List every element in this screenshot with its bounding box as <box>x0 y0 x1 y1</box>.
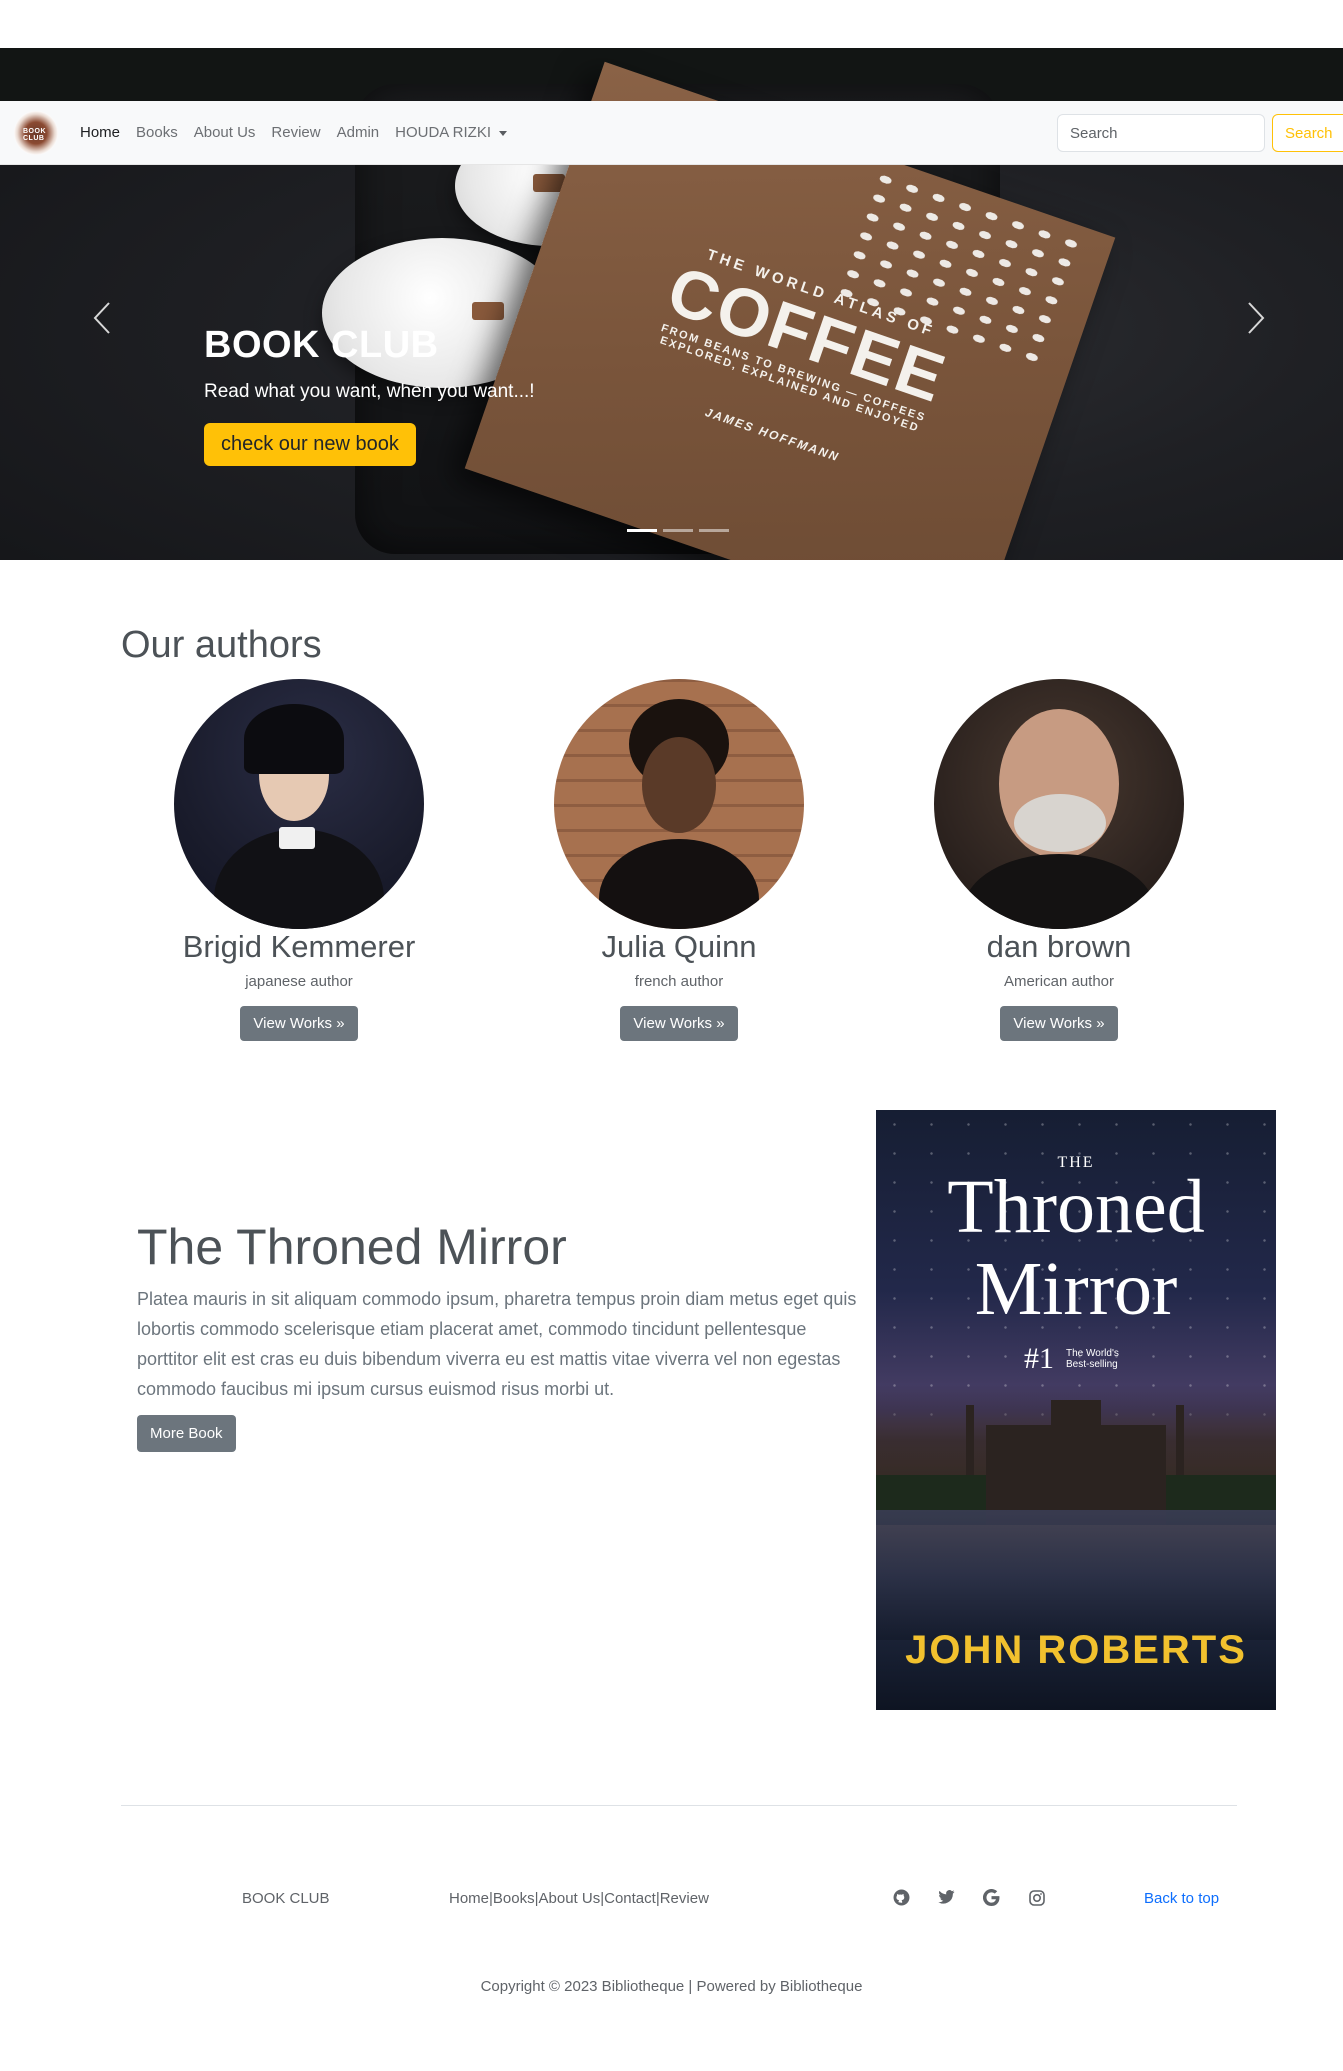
nav-link-books[interactable]: Books <box>128 124 186 141</box>
chevron-left-icon[interactable] <box>82 288 122 348</box>
cover-title: Throned Mirror <box>947 1165 1205 1331</box>
author-photo <box>934 679 1184 929</box>
caret-down-icon <box>499 130 507 136</box>
footer-link-about-us[interactable]: About Us| <box>539 1890 605 1907</box>
nav-link-home[interactable]: Home <box>72 124 128 141</box>
navbar: BOOK CLUB Home Books About Us Review Adm… <box>0 101 1343 165</box>
view-works-button[interactable]: View Works » <box>1000 1006 1118 1041</box>
footer-link-contact[interactable]: Contact| <box>604 1890 660 1907</box>
author-photo <box>554 679 804 929</box>
footer-links: Home| Books| About Us| Contact| Review <box>449 1890 709 1907</box>
cover-rank-sub: The World's Best-selling <box>1066 1348 1119 1370</box>
author-card: Brigid Kemmerer japanese author View Wor… <box>149 679 449 1041</box>
hero-title: BOOK CLUB <box>204 324 439 366</box>
author-role: American author <box>1003 973 1115 990</box>
author-name: dan brown <box>986 929 1132 964</box>
footer-link-home[interactable]: Home| <box>449 1890 493 1907</box>
view-works-button[interactable]: View Works » <box>620 1006 738 1041</box>
more-book-button[interactable]: More Book <box>137 1415 236 1452</box>
carousel-indicator-3[interactable] <box>699 529 729 532</box>
user-dropdown-label: HOUDA RIZKI <box>395 124 491 141</box>
feature-title: The Throned Mirror <box>137 1219 567 1275</box>
page: THE WORLD ATLAS OF COFFEE FROM BEANS TO … <box>0 0 1343 2071</box>
throned-mirror-cover: THE Throned Mirror #1 The World's Best-s… <box>876 1110 1276 1710</box>
footer-link-review[interactable]: Review <box>660 1890 709 1907</box>
github-icon[interactable] <box>892 1888 911 1907</box>
author-name: Julia Quinn <box>601 929 757 964</box>
user-dropdown[interactable]: HOUDA RIZKI <box>387 124 515 141</box>
nav-link-review[interactable]: Review <box>263 124 328 141</box>
copyright: Copyright © 2023 Bibliotheque | Powered … <box>480 1978 863 1995</box>
palace-illustration <box>876 1385 1276 1525</box>
authors-heading: Our authors <box>121 624 322 666</box>
view-works-button[interactable]: View Works » <box>240 1006 358 1041</box>
back-to-top-link[interactable]: Back to top <box>1144 1890 1219 1907</box>
nav-link-admin[interactable]: Admin <box>329 124 388 141</box>
logo-text: BOOK CLUB <box>23 127 46 142</box>
author-role: french author <box>634 973 724 990</box>
author-name: Brigid Kemmerer <box>182 929 416 964</box>
social-icons <box>892 1888 1046 1907</box>
check-new-book-button[interactable]: check our new book <box>204 423 416 466</box>
instagram-icon[interactable] <box>1027 1888 1046 1907</box>
hero-subtitle: Read what you want, when you want...! <box>204 381 535 402</box>
footer-link-books[interactable]: Books| <box>493 1890 539 1907</box>
nav-link-about-us[interactable]: About Us <box>186 124 264 141</box>
carousel-indicator-1[interactable] <box>627 529 657 532</box>
google-icon[interactable] <box>982 1888 1001 1907</box>
chevron-right-icon[interactable] <box>1236 288 1276 348</box>
footer-divider <box>121 1805 1237 1806</box>
nav-links: Home Books About Us Review Admin HOUDA R… <box>72 124 515 141</box>
cover-author: JOHN ROBERTS <box>905 1628 1247 1672</box>
cover-rank: #1 <box>1024 1342 1054 1375</box>
carousel-indicators <box>627 529 729 532</box>
footer-brand: BOOK CLUB <box>242 1890 330 1907</box>
twitter-icon[interactable] <box>937 1888 956 1907</box>
carousel-indicator-2[interactable] <box>663 529 693 532</box>
author-role: japanese author <box>245 973 353 990</box>
search-button[interactable]: Search <box>1272 114 1343 152</box>
carousel-caption: BOOK CLUB Read what you want, when you w… <box>204 324 535 466</box>
author-card: dan brown American author View Works » <box>909 679 1209 1041</box>
book-club-logo[interactable]: BOOK CLUB <box>14 110 58 155</box>
feature-description: Platea mauris in sit aliquam commodo ips… <box>137 1289 857 1399</box>
author-photo <box>174 679 424 929</box>
search-input[interactable] <box>1057 114 1265 152</box>
author-card: Julia Quinn french author View Works » <box>529 679 829 1041</box>
